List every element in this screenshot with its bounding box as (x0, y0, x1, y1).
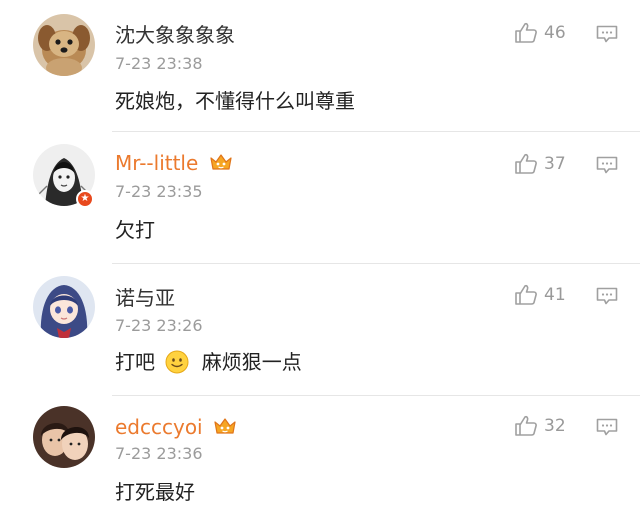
username[interactable]: edcccyoi (115, 415, 237, 439)
username[interactable]: 沈大象象象象 (115, 23, 235, 47)
like-button[interactable]: 41 (514, 284, 566, 306)
thumbs-up-icon (515, 284, 537, 305)
username[interactable]: 诺与亚 (115, 286, 175, 310)
username-text: Mr--little (115, 151, 199, 175)
like-count: 37 (544, 154, 566, 174)
username-text: edcccyoi (115, 415, 203, 439)
like-button[interactable]: 37 (514, 153, 566, 175)
thumbs-up-icon (515, 415, 537, 436)
comment-text: 打死最好 (115, 480, 195, 504)
avatar[interactable] (33, 276, 95, 338)
comment-icon (596, 25, 618, 43)
like-button[interactable]: 32 (514, 415, 566, 437)
comment-item: edcccyoi 7-23 23:36 打死最好 32 (0, 396, 640, 516)
avatar[interactable] (33, 14, 95, 76)
smile-emoji-icon (165, 350, 189, 374)
comment-item: 诺与亚 7-23 23:26 打吧 麻烦狠一点 41 (0, 264, 640, 396)
like-count: 46 (544, 23, 566, 43)
reply-button[interactable] (596, 25, 618, 47)
avatar[interactable] (33, 406, 95, 468)
like-count: 32 (544, 416, 566, 436)
comment-icon (596, 156, 618, 174)
timestamp: 7-23 23:35 (115, 182, 203, 201)
verified-badge-icon: ★ (76, 190, 94, 208)
comment-item: 沈大象象象象 7-23 23:38 死娘炮，不懂得什么叫尊重 46 (0, 0, 640, 132)
comment-icon (596, 287, 618, 305)
comment-item: ★ Mr--little 7-23 23:35 欠打 37 (0, 132, 640, 264)
vip-crown-icon (214, 418, 236, 434)
like-button[interactable]: 46 (514, 22, 566, 44)
thumbs-up-icon (515, 22, 537, 43)
timestamp: 7-23 23:26 (115, 316, 203, 335)
thumbs-up-icon (515, 153, 537, 174)
comment-text: 欠打 (115, 218, 155, 242)
comment-text-part: 打吧 (115, 350, 155, 374)
timestamp: 7-23 23:36 (115, 444, 203, 463)
comment-icon (596, 418, 618, 436)
reply-button[interactable] (596, 418, 618, 440)
comment-list: 沈大象象象象 7-23 23:38 死娘炮，不懂得什么叫尊重 46 ★ Mr--… (0, 0, 640, 516)
comment-text: 死娘炮，不懂得什么叫尊重 (115, 89, 355, 113)
username[interactable]: Mr--little (115, 151, 233, 175)
comment-text: 打吧 麻烦狠一点 (115, 348, 302, 376)
reply-button[interactable] (596, 156, 618, 178)
vip-crown-icon (210, 154, 232, 170)
like-count: 41 (544, 285, 566, 305)
timestamp: 7-23 23:38 (115, 54, 203, 73)
reply-button[interactable] (596, 287, 618, 309)
comment-text-part: 麻烦狠一点 (201, 350, 302, 374)
